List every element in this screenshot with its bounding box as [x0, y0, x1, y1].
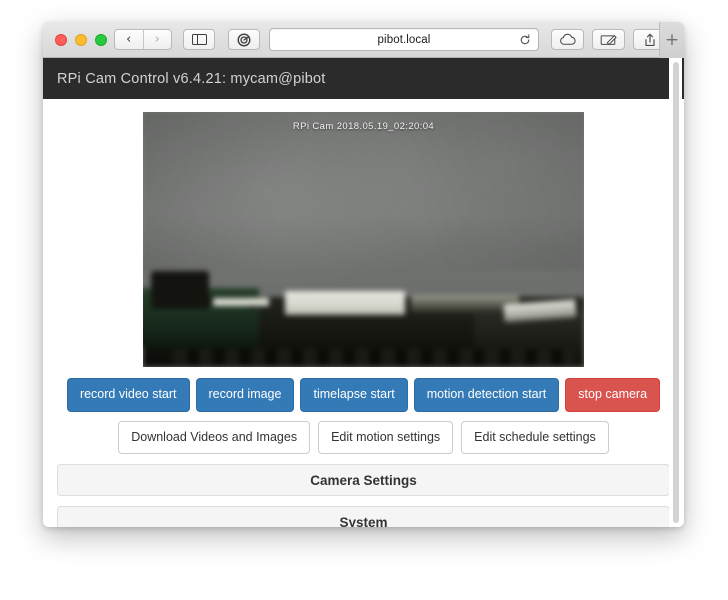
forward-icon: ›	[154, 32, 160, 47]
address-bar[interactable]: pibot.local	[269, 28, 539, 51]
forward-button[interactable]: ›	[142, 30, 172, 49]
system-panel-label: System	[339, 514, 388, 528]
close-button[interactable]	[55, 34, 67, 46]
camera-background-shading	[143, 112, 584, 271]
camera-timestamp-overlay: RPi Cam 2018.05.19_02:20:04	[292, 121, 435, 132]
new-tab-icon: +	[664, 29, 680, 50]
camera-preview-wrap: RPi Cam 2018.05.19_02:20:04	[57, 99, 670, 367]
url-text: pibot.local	[377, 33, 431, 46]
sidebar-icon	[191, 34, 207, 45]
edit-schedule-settings-button[interactable]: Edit schedule settings	[461, 420, 609, 454]
timelapse-start-button[interactable]: timelapse start	[300, 378, 408, 412]
page-body: RPi Cam 2018.05.19_02:20:04 record video…	[43, 99, 684, 527]
window-controls	[55, 34, 107, 46]
download-videos-images-button[interactable]: Download Videos and Images	[118, 420, 311, 454]
screenshot-root: ‹ › pibot.local + RPi Cam Control v6.4.2…	[0, 0, 728, 600]
primary-button-row: record video start record image timelaps…	[57, 378, 670, 412]
page-title: RPi Cam Control v6.4.21: mycam@pibot	[57, 70, 326, 87]
reload-icon[interactable]	[519, 34, 531, 46]
minimize-button[interactable]	[75, 34, 87, 46]
new-tab-button[interactable]: +	[659, 22, 684, 58]
page-scrollbar-thumb[interactable]	[673, 62, 679, 523]
motion-detection-start-button[interactable]: motion detection start	[413, 378, 560, 412]
maximize-button[interactable]	[95, 34, 107, 46]
system-panel[interactable]: System	[57, 506, 670, 527]
reader-button[interactable]	[228, 29, 260, 50]
camera-settings-panel-label: Camera Settings	[310, 472, 417, 488]
browser-window: ‹ › pibot.local + RPi Cam Control v6.4.2…	[43, 22, 684, 527]
record-video-start-button[interactable]: record video start	[66, 378, 190, 412]
app-header: RPi Cam Control v6.4.21: mycam@pibot	[43, 58, 684, 99]
browser-toolbar: ‹ › pibot.local +	[43, 22, 684, 58]
secondary-button-row: Download Videos and Images Edit motion s…	[57, 420, 670, 454]
record-image-button[interactable]: record image	[195, 378, 295, 412]
cloud-icon	[560, 33, 576, 45]
back-icon: ‹	[126, 32, 132, 47]
pencil-edit-icon	[600, 35, 617, 46]
navigation-buttons: ‹ ›	[114, 29, 172, 50]
page-scrollbar[interactable]	[669, 58, 682, 527]
camera-subject-circuit-board	[143, 255, 584, 367]
page-viewport: RPi Cam Control v6.4.21: mycam@pibot RPi…	[43, 58, 684, 527]
camera-settings-panel[interactable]: Camera Settings	[57, 464, 670, 496]
sidebar-toggle-button[interactable]	[183, 29, 215, 50]
camera-preview[interactable]: RPi Cam 2018.05.19_02:20:04	[143, 112, 584, 367]
back-button[interactable]: ‹	[115, 30, 143, 49]
stop-camera-button[interactable]: stop camera	[565, 378, 661, 412]
annotate-button[interactable]	[592, 29, 625, 50]
reader-icon	[237, 33, 251, 46]
icloud-tabs-button[interactable]	[551, 29, 584, 50]
edit-motion-settings-button[interactable]: Edit motion settings	[318, 420, 454, 454]
share-icon	[644, 33, 655, 46]
